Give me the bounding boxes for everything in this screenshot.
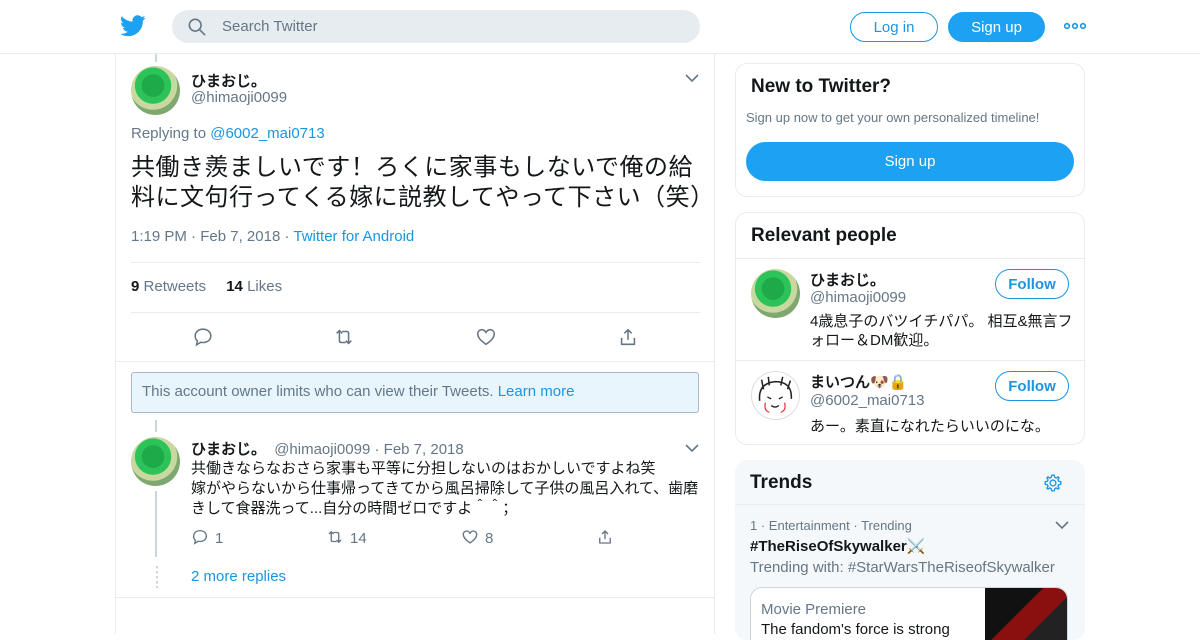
- divider: [131, 262, 700, 263]
- login-button[interactable]: Log in: [850, 12, 938, 42]
- event-title: Movie Premiere: [761, 601, 867, 618]
- reply-date[interactable]: Feb 7, 2018: [384, 441, 464, 458]
- tweet-actions: [116, 326, 716, 350]
- tweet-stats: 9 Retweets 14 Likes: [131, 278, 282, 295]
- tweet-text: 共働き羨ましいです！ろくに家事もしないで俺の給料に文句行ってくる嫁に説教してやっ…: [131, 154, 715, 211]
- card-title: Relevant people: [751, 225, 897, 246]
- card-title: New to Twitter?: [751, 76, 892, 97]
- card-title: Trends: [750, 472, 813, 493]
- trend-event-card[interactable]: Movie Premiere The fandom's force is str…: [750, 587, 1068, 640]
- person-handle[interactable]: @6002_mai0713: [810, 392, 924, 409]
- top-bar: Log in Sign up: [0, 0, 1200, 54]
- retweets-stat[interactable]: 9 Retweets: [131, 278, 206, 295]
- chevron-down-icon[interactable]: [685, 73, 699, 83]
- chevron-down-icon[interactable]: [685, 443, 699, 453]
- replying-to-link[interactable]: @6002_mai0713: [210, 125, 324, 142]
- thread-line: [155, 491, 157, 557]
- replying-to: Replying to @6002_mai0713: [131, 125, 325, 142]
- person-bio: 4歳息子のバツイチパパ。 相互&無言フォロー＆DM歓迎。: [810, 313, 1073, 349]
- reply-text-line: 共働きならなおさら家事も平等に分担しないのはおかしいですよね笑: [191, 460, 656, 477]
- thread-line: [155, 420, 157, 432]
- card-subtitle: Sign up now to get your own personalized…: [746, 110, 1040, 125]
- reply-icon[interactable]: [192, 326, 214, 348]
- twitter-bird-icon[interactable]: [120, 14, 146, 38]
- tweet-column: ひまおじ。 @himaoji0099 Replying to @6002_mai…: [115, 54, 715, 634]
- search-input[interactable]: [222, 10, 682, 43]
- divider: [116, 597, 714, 598]
- search-box[interactable]: [172, 10, 700, 43]
- avatar[interactable]: [131, 437, 180, 486]
- search-icon: [188, 18, 206, 36]
- author-name[interactable]: ひまおじ。: [191, 70, 266, 91]
- author-handle[interactable]: @himaoji0099: [191, 89, 287, 106]
- reply-like-action[interactable]: 8: [461, 528, 493, 548]
- share-icon: [599, 530, 611, 544]
- reply-count: 1: [215, 530, 224, 547]
- trend-name[interactable]: #TheRiseOfSkywalker⚔️: [750, 537, 925, 555]
- reply-reply-action[interactable]: 1: [191, 528, 223, 548]
- reply-author-handle[interactable]: @himaoji0099: [274, 441, 370, 458]
- relevant-people-card: Relevant people ひまおじ。 @himaoji0099 4歳息子の…: [735, 212, 1085, 445]
- avatar[interactable]: [751, 371, 800, 420]
- person-handle[interactable]: @himaoji0099: [810, 289, 906, 306]
- reply-author-name[interactable]: ひまおじ。: [191, 441, 266, 458]
- retweet-icon[interactable]: [333, 326, 355, 348]
- person-row[interactable]: まいつん🐶🔒 @6002_mai0713 あー。素直になれたらいいのにな。 Fo…: [736, 360, 1084, 444]
- more-replies-link[interactable]: 2 more replies: [191, 568, 286, 585]
- reply-text: 共働きならなおさら家事も平等に分担しないのはおかしいですよね笑 嫁がやらないから…: [191, 459, 701, 519]
- thread-line: [155, 54, 157, 62]
- limited-account-notice: This account owner limits who can view t…: [131, 372, 699, 413]
- person-name[interactable]: ひまおじ。: [810, 269, 885, 290]
- tweet-meta: 1:19 PM · Feb 7, 2018 · Twitter for Andr…: [131, 228, 415, 245]
- like-icon[interactable]: [475, 326, 497, 348]
- retweet-icon: [328, 531, 342, 543]
- retweet-count: 14: [350, 530, 367, 547]
- learn-more-link[interactable]: Learn more: [498, 383, 575, 400]
- trend-related[interactable]: Trending with: #StarWarsTheRiseofSkywalk…: [750, 559, 1055, 576]
- sketch-face-icon: [758, 376, 793, 413]
- follow-button[interactable]: Follow: [995, 371, 1069, 401]
- new-to-twitter-card: New to Twitter? Sign up now to get your …: [735, 63, 1085, 197]
- divider: [131, 312, 700, 313]
- person-bio: あー。素直になれたらいいのにな。: [810, 418, 1050, 435]
- event-thumbnail: [985, 588, 1067, 640]
- follow-button[interactable]: Follow: [995, 269, 1069, 299]
- replying-to-label: Replying to: [131, 125, 207, 142]
- thread-dots: [156, 566, 158, 588]
- reply-text-line: 嫁がやらないから仕事帰ってきてから風呂掃除して子供の風呂入れて、歯磨きして食器洗…: [191, 480, 699, 517]
- likes-stat[interactable]: 14 Likes: [226, 278, 282, 295]
- trends-header: Trends: [735, 460, 1085, 505]
- tweet-source-link[interactable]: Twitter for Android: [293, 228, 414, 245]
- reply-icon: [192, 529, 208, 545]
- more-dots-icon[interactable]: [1064, 18, 1086, 34]
- signup-button[interactable]: Sign up: [948, 12, 1045, 42]
- like-count: 8: [485, 530, 494, 547]
- avatar[interactable]: [131, 66, 180, 115]
- person-row[interactable]: ひまおじ。 @himaoji0099 4歳息子のバツイチパパ。 相互&無言フォロ…: [736, 258, 1084, 360]
- signup-button[interactable]: Sign up: [746, 142, 1074, 181]
- reply-retweet-action[interactable]: 14: [326, 528, 367, 548]
- share-icon[interactable]: [617, 326, 639, 348]
- gear-icon[interactable]: [1043, 473, 1063, 493]
- person-name[interactable]: まいつん🐶🔒: [810, 371, 907, 392]
- like-icon: [462, 530, 478, 544]
- reply-header: ひまおじ。 @himaoji0099 · Feb 7, 2018: [191, 441, 464, 458]
- chevron-down-icon[interactable]: [1055, 520, 1069, 530]
- notice-text: This account owner limits who can view t…: [142, 383, 494, 400]
- tweet-time[interactable]: 1:19 PM: [131, 228, 187, 245]
- trend-meta: 1 · Entertainment · Trending: [750, 518, 912, 533]
- tweet-date[interactable]: Feb 7, 2018: [200, 228, 280, 245]
- divider: [116, 361, 714, 362]
- reply-share-action[interactable]: [596, 528, 620, 548]
- avatar[interactable]: [751, 269, 800, 318]
- trends-card: Trends 1 · Entertainment · Trending #The…: [735, 460, 1085, 640]
